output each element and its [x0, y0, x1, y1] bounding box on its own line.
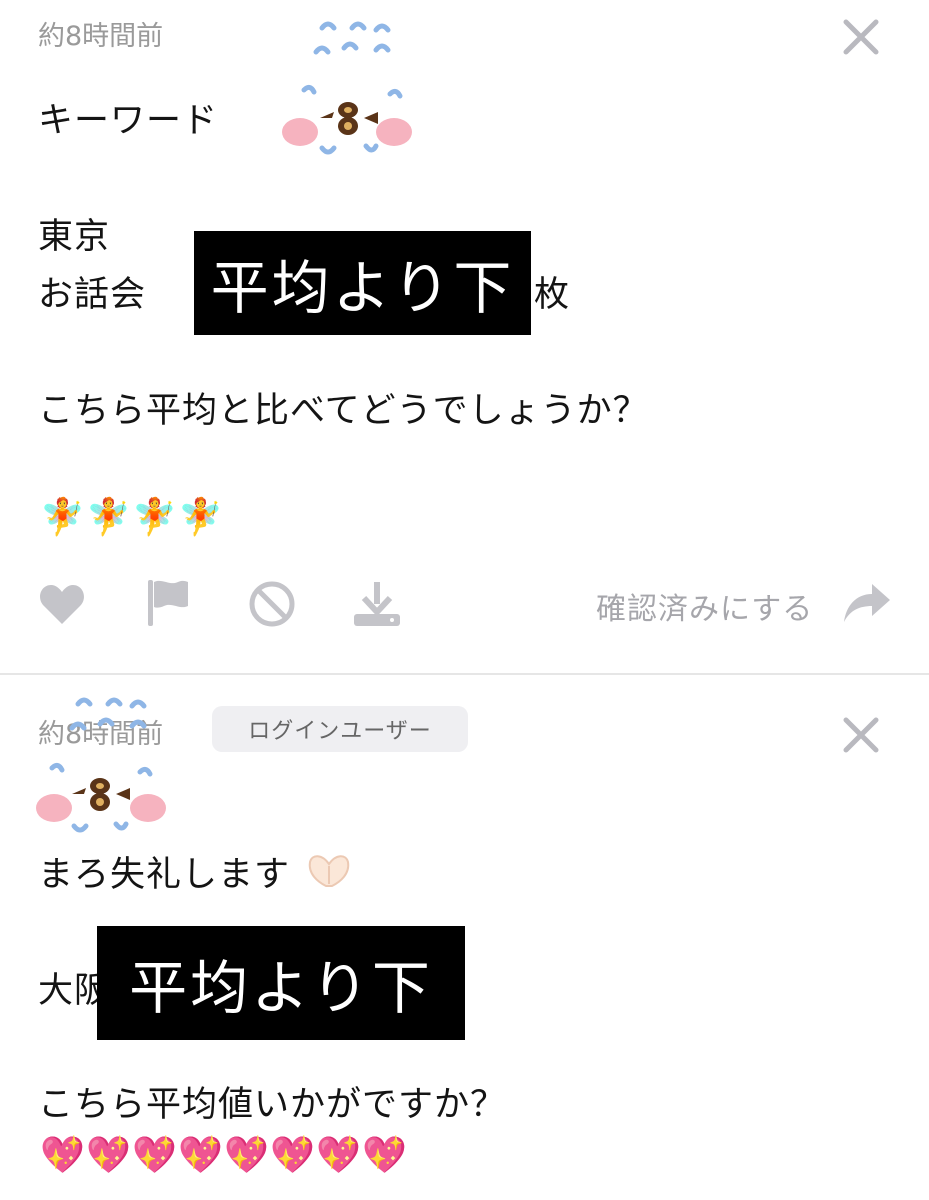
login-user-badge: ログインユーザー — [212, 706, 468, 752]
post-text-line: お話会 — [38, 275, 147, 315]
fairy-emoji: 🧚 — [40, 497, 85, 538]
block-icon[interactable] — [248, 580, 296, 628]
flag-icon[interactable] — [146, 578, 190, 628]
post-text-line: キーワード — [38, 101, 219, 141]
sparkling-heart-emoji: 💖 — [86, 1135, 131, 1176]
sparkling-heart-emoji: 💖 — [224, 1135, 269, 1176]
sparkling-heart-emoji: 💖 — [316, 1135, 361, 1176]
sparkling-heart-emoji: 💖 — [178, 1135, 223, 1176]
sparkling-heart-emoji: 💖 — [132, 1135, 177, 1176]
blushing-face-sticker — [282, 21, 412, 155]
fairy-emoji: 🧚 — [132, 497, 177, 538]
download-icon[interactable] — [352, 580, 402, 628]
redaction-label: 平均より下 — [194, 231, 531, 335]
sparkling-heart-emoji: 💖 — [270, 1135, 315, 1176]
post-divider — [0, 673, 929, 675]
post-question: こちら平均値いかがですか？ — [38, 1085, 507, 1125]
close-icon[interactable] — [842, 716, 880, 754]
fairy-emoji: 🧚 — [178, 497, 223, 538]
post-timestamp: 約8時間前 — [38, 21, 164, 52]
post-question: こちら平均と比べてどうでしょうか？ — [38, 391, 649, 431]
post-text-line: 東京 — [38, 217, 111, 257]
mark-as-confirmed-button[interactable]: 確認済みにする — [596, 584, 813, 628]
post-text-line: 枚 — [534, 275, 571, 315]
fairy-emoji: 🧚 — [86, 497, 131, 538]
blushing-face-sticker — [36, 697, 166, 833]
share-arrow-icon[interactable] — [842, 582, 892, 624]
heart-icon[interactable] — [38, 582, 86, 626]
close-icon[interactable] — [842, 18, 880, 56]
sparkling-heart-emoji: 💖 — [40, 1135, 85, 1176]
redaction-label: 平均より下 — [97, 926, 465, 1040]
sparkling-heart-emoji: 💖 — [362, 1135, 407, 1176]
heart-hands-icon — [308, 855, 350, 887]
post-text-line: まろ失礼します — [38, 855, 291, 895]
